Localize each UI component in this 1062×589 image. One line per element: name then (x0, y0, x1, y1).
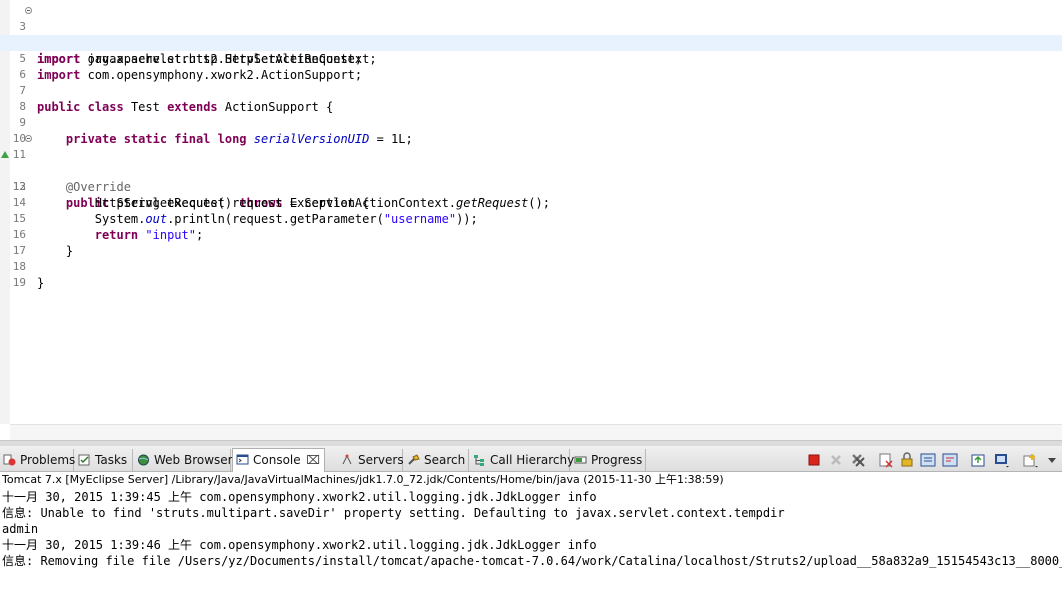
tab-call-hierarchy[interactable]: Call Hierarchy (470, 449, 574, 471)
terminate-button[interactable] (806, 452, 822, 468)
open-console-icon[interactable] (1022, 452, 1038, 468)
code-line-8[interactable]: 8 (0, 83, 1062, 113)
remove-launch-icon[interactable] (828, 452, 844, 468)
console-line: admin (2, 522, 39, 536)
code-line-17[interactable]: 17 (0, 227, 1062, 257)
flashlight-icon (408, 454, 420, 465)
console-line: 信息: Unable to find 'struts.multipart.sav… (2, 506, 785, 520)
tab-label: Progress (591, 453, 643, 467)
call-hierarchy-icon (474, 455, 484, 466)
globe-icon (138, 454, 149, 466)
show-console-on-stderr-icon[interactable] (942, 452, 958, 468)
console-line: 信息: Removing file file /Users/yz/Documen… (2, 554, 1062, 568)
tasks-icon (78, 454, 90, 466)
progress-icon (574, 456, 587, 464)
console-process-label: Tomcat 7.x [MyEclipse Server] /Library/J… (0, 472, 1062, 488)
code-line-7[interactable]: 7 public class Test extends ActionSuppor… (0, 67, 1062, 114)
code-text: } (37, 276, 45, 290)
tab-label: Console (253, 453, 301, 467)
pin-console-icon[interactable] (970, 452, 986, 468)
close-tab-icon[interactable]: ⌧ (306, 449, 320, 471)
code-line-19[interactable]: 19 (0, 259, 1062, 289)
tab-tasks[interactable]: Tasks (75, 449, 133, 471)
code-line-3[interactable]: 3 import javax.servlet.http.HttpServletR… (0, 3, 1062, 66)
servers-icon (342, 454, 352, 465)
code-line-18[interactable]: 18 } (0, 243, 1062, 290)
code-line-9[interactable]: 9 private static final long serialVersio… (0, 99, 1062, 146)
code-line-14[interactable]: 14 System.out.println(request.getParamet… (0, 179, 1062, 226)
line-number: 19 (12, 276, 26, 289)
tab-console[interactable]: Console ⌧ (232, 448, 325, 472)
horizontal-scrollbar[interactable] (10, 424, 1062, 440)
clear-console-icon[interactable] (878, 452, 894, 468)
fold-toggle-icon[interactable] (25, 135, 32, 142)
remove-all-terminated-icon[interactable] (850, 452, 866, 468)
code-line-16[interactable]: 16 } (0, 211, 1062, 258)
console-icon (236, 454, 249, 465)
code-line-10[interactable]: 10 (0, 115, 1062, 145)
tab-servers[interactable]: Servers (338, 449, 404, 471)
fold-toggle-icon[interactable] (25, 7, 32, 14)
tab-progress[interactable]: Progress (571, 449, 646, 471)
override-marker-icon[interactable] (1, 151, 9, 158)
display-selected-console-icon[interactable] (994, 452, 1010, 468)
tab-label: Servers (358, 453, 404, 467)
show-console-on-stdout-icon[interactable] (920, 452, 936, 468)
code-line-6[interactable]: 6 (0, 51, 1062, 81)
tab-problems[interactable]: Problems (0, 449, 76, 471)
code-line-4[interactable]: 4 import org.apache.struts2.ServletActio… (0, 19, 1062, 66)
console-line: 十一月 30, 2015 1:39:46 上午 com.opensymphony… (2, 538, 597, 552)
tab-web-browser[interactable]: Web Browser (134, 449, 233, 471)
code-editor[interactable]: 3 import javax.servlet.http.HttpServletR… (0, 0, 1062, 440)
scroll-lock-icon[interactable] (899, 452, 915, 468)
code-line-12[interactable]: 12 public String execute() throws Except… (0, 147, 1062, 210)
tab-label: Tasks (95, 453, 128, 467)
tab-label: Search (424, 453, 466, 467)
console-line: 十一月 30, 2015 1:39:45 上午 com.opensymphony… (2, 490, 597, 504)
tab-label: Problems (20, 453, 76, 467)
view-menu-icon[interactable] (1044, 452, 1060, 468)
tab-label: Web Browser (154, 453, 233, 467)
code-line-11[interactable]: 11 @Override (0, 131, 1062, 194)
code-line-15[interactable]: 15 return "input"; (0, 195, 1062, 242)
console-output[interactable]: 十一月 30, 2015 1:39:45 上午 com.opensymphony… (0, 489, 1062, 589)
tab-search[interactable]: Search (404, 449, 469, 471)
code-line-5-current[interactable]: 5 import com.opensymphony.xwork2.ActionS… (0, 35, 1062, 82)
tab-label: Call Hierarchy (490, 453, 575, 467)
problems-icon (3, 454, 16, 466)
code-line-13[interactable]: 13 HttpServletRequest request = ServletA… (0, 163, 1062, 210)
